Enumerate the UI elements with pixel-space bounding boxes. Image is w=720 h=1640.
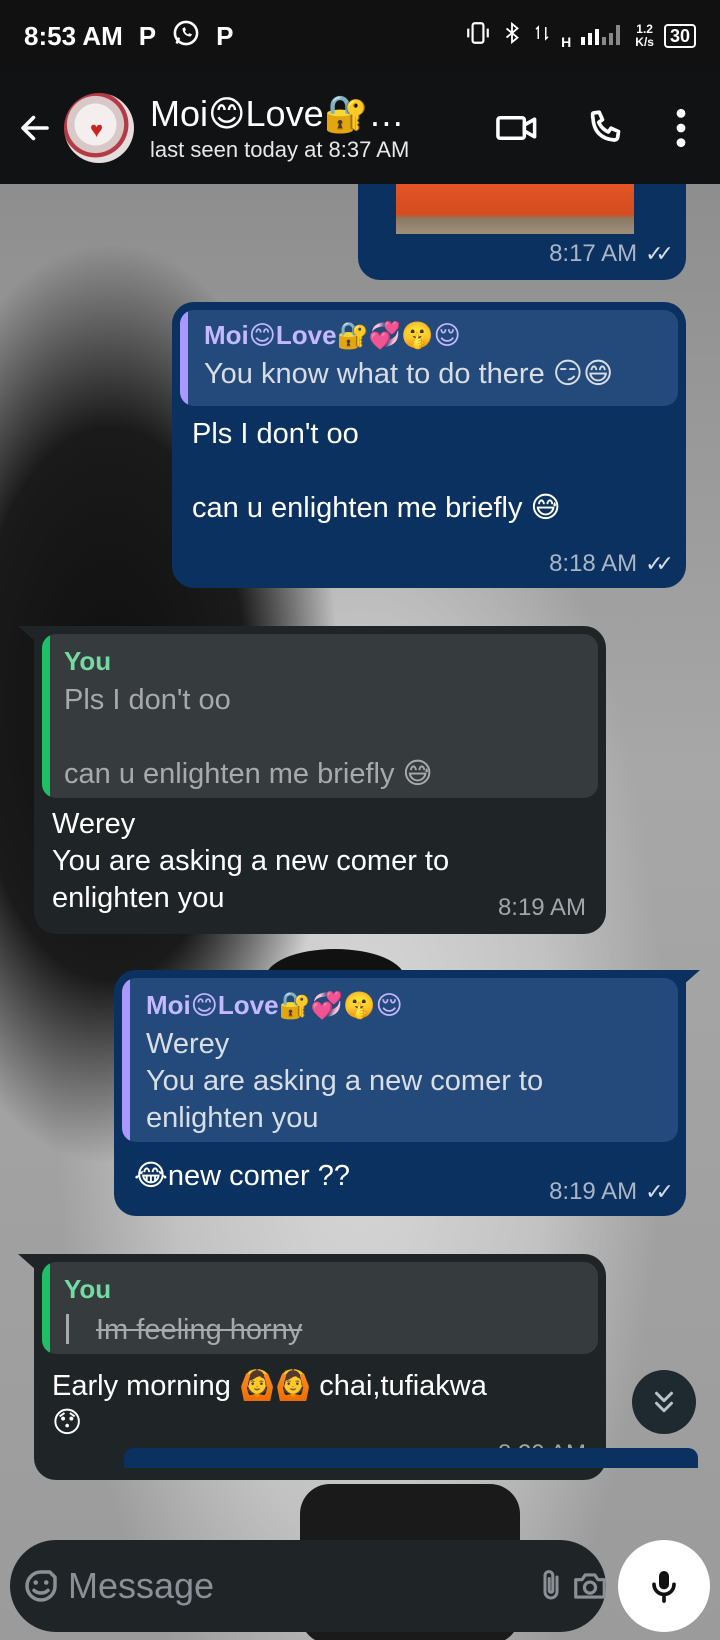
video-call-icon[interactable] <box>482 93 552 163</box>
message-bubble-outgoing[interactable]: Moi😊Love🔐💞🤫😌 You know what to do there 😏… <box>172 302 686 588</box>
p-notification-icon: P <box>138 20 157 51</box>
signal-icon <box>581 21 625 51</box>
scroll-to-bottom-button[interactable] <box>632 1370 696 1434</box>
back-arrow-icon[interactable] <box>8 98 62 158</box>
vibrate-icon <box>465 20 491 52</box>
message-time: 8:17 AM ✓✓ <box>549 240 674 267</box>
quote-divider <box>66 1314 69 1344</box>
message-text: Pls I don't oo can u enlighten me briefl… <box>192 418 561 524</box>
quote-author: You <box>64 646 112 676</box>
message-text: 😂new comer ?? <box>134 1160 351 1192</box>
quote-author: Moi😊Love🔐💞🤫😌 <box>204 320 461 350</box>
message-composer <box>10 1540 606 1632</box>
contact-avatar[interactable] <box>64 93 134 163</box>
quoted-message[interactable]: You Pls I don't oo can u enlighten me br… <box>42 634 598 798</box>
double-check-icon: ✓✓ <box>645 241 674 266</box>
quote-text: Pls I don't oo can u enlighten me briefl… <box>64 684 433 790</box>
sticker-icon[interactable] <box>20 1550 62 1622</box>
message-input[interactable] <box>62 1556 533 1616</box>
contact-name: Moi😊Love🔐… <box>150 93 405 134</box>
message-bubble-outgoing[interactable]: Moi😊Love🔐💞🤫😌 Werey You are asking a new … <box>114 970 686 1216</box>
status-time: 8:53 AM <box>24 20 123 51</box>
quote-author: You <box>64 1274 112 1304</box>
network-speed: 1.2 K/s <box>635 22 654 49</box>
chat-header: Moi😊Love🔐… last seen today at 8:37 AM <box>0 72 720 184</box>
bluetooth-icon <box>501 20 523 52</box>
quote-text: Werey You are asking a new comer to enli… <box>146 1028 544 1134</box>
network-type: H <box>561 34 572 50</box>
whatsapp-notification-icon <box>172 19 200 54</box>
quoted-message[interactable]: Moi😊Love🔐💞🤫😌 Werey You are asking a new … <box>122 978 678 1142</box>
message-bubble-incoming[interactable]: You Pls I don't oo can u enlighten me br… <box>34 626 606 934</box>
message-time: 8:19 AM <box>497 894 586 921</box>
quote-text: Im feeling horny <box>96 1314 303 1346</box>
camera-icon[interactable] <box>569 1550 611 1622</box>
data-arrows-icon <box>533 20 551 52</box>
message-text: Werey You are asking a new comer to enli… <box>52 808 450 914</box>
message-bubble-incoming[interactable]: You Im feeling horny Early morning 🙆🙆 ch… <box>34 1254 606 1480</box>
last-seen-status: last seen today at 8:37 AM <box>150 137 410 162</box>
quoted-message[interactable]: You Im feeling horny <box>42 1262 598 1354</box>
message-time: 8:19 AM ✓✓ <box>549 1178 674 1205</box>
image-attachment[interactable] <box>396 184 634 234</box>
voice-record-button[interactable] <box>618 1540 710 1632</box>
message-text: Early morning 🙆🙆 chai,tufiakwa 😯 <box>52 1370 487 1439</box>
more-options-icon[interactable] <box>646 93 716 163</box>
p-notification-icon: P <box>216 20 234 51</box>
message-time: 8:18 AM ✓✓ <box>549 550 674 577</box>
status-bar: 8:53 AM P P H 1.2 K/s 30 <box>0 0 720 72</box>
battery-indicator: 30 <box>663 24 696 48</box>
chat-area[interactable]: 8:17 AM ✓✓ Moi😊Love🔐💞🤫😌 You know what to… <box>0 184 720 1640</box>
attach-icon[interactable] <box>533 1550 569 1622</box>
quote-text: You know what to do there 😏😄 <box>204 358 614 390</box>
quoted-message[interactable]: Moi😊Love🔐💞🤫😌 You know what to do there 😏… <box>180 310 678 406</box>
contact-info[interactable]: Moi😊Love🔐… last seen today at 8:37 AM <box>150 92 482 164</box>
message-bubble-outgoing[interactable] <box>124 1448 698 1468</box>
double-check-icon: ✓✓ <box>645 551 674 576</box>
quote-author: Moi😊Love🔐💞🤫😌 <box>146 990 403 1020</box>
voice-call-icon[interactable] <box>570 93 640 163</box>
message-bubble-outgoing[interactable]: 8:17 AM ✓✓ <box>358 184 686 280</box>
double-check-icon: ✓✓ <box>645 1179 674 1204</box>
